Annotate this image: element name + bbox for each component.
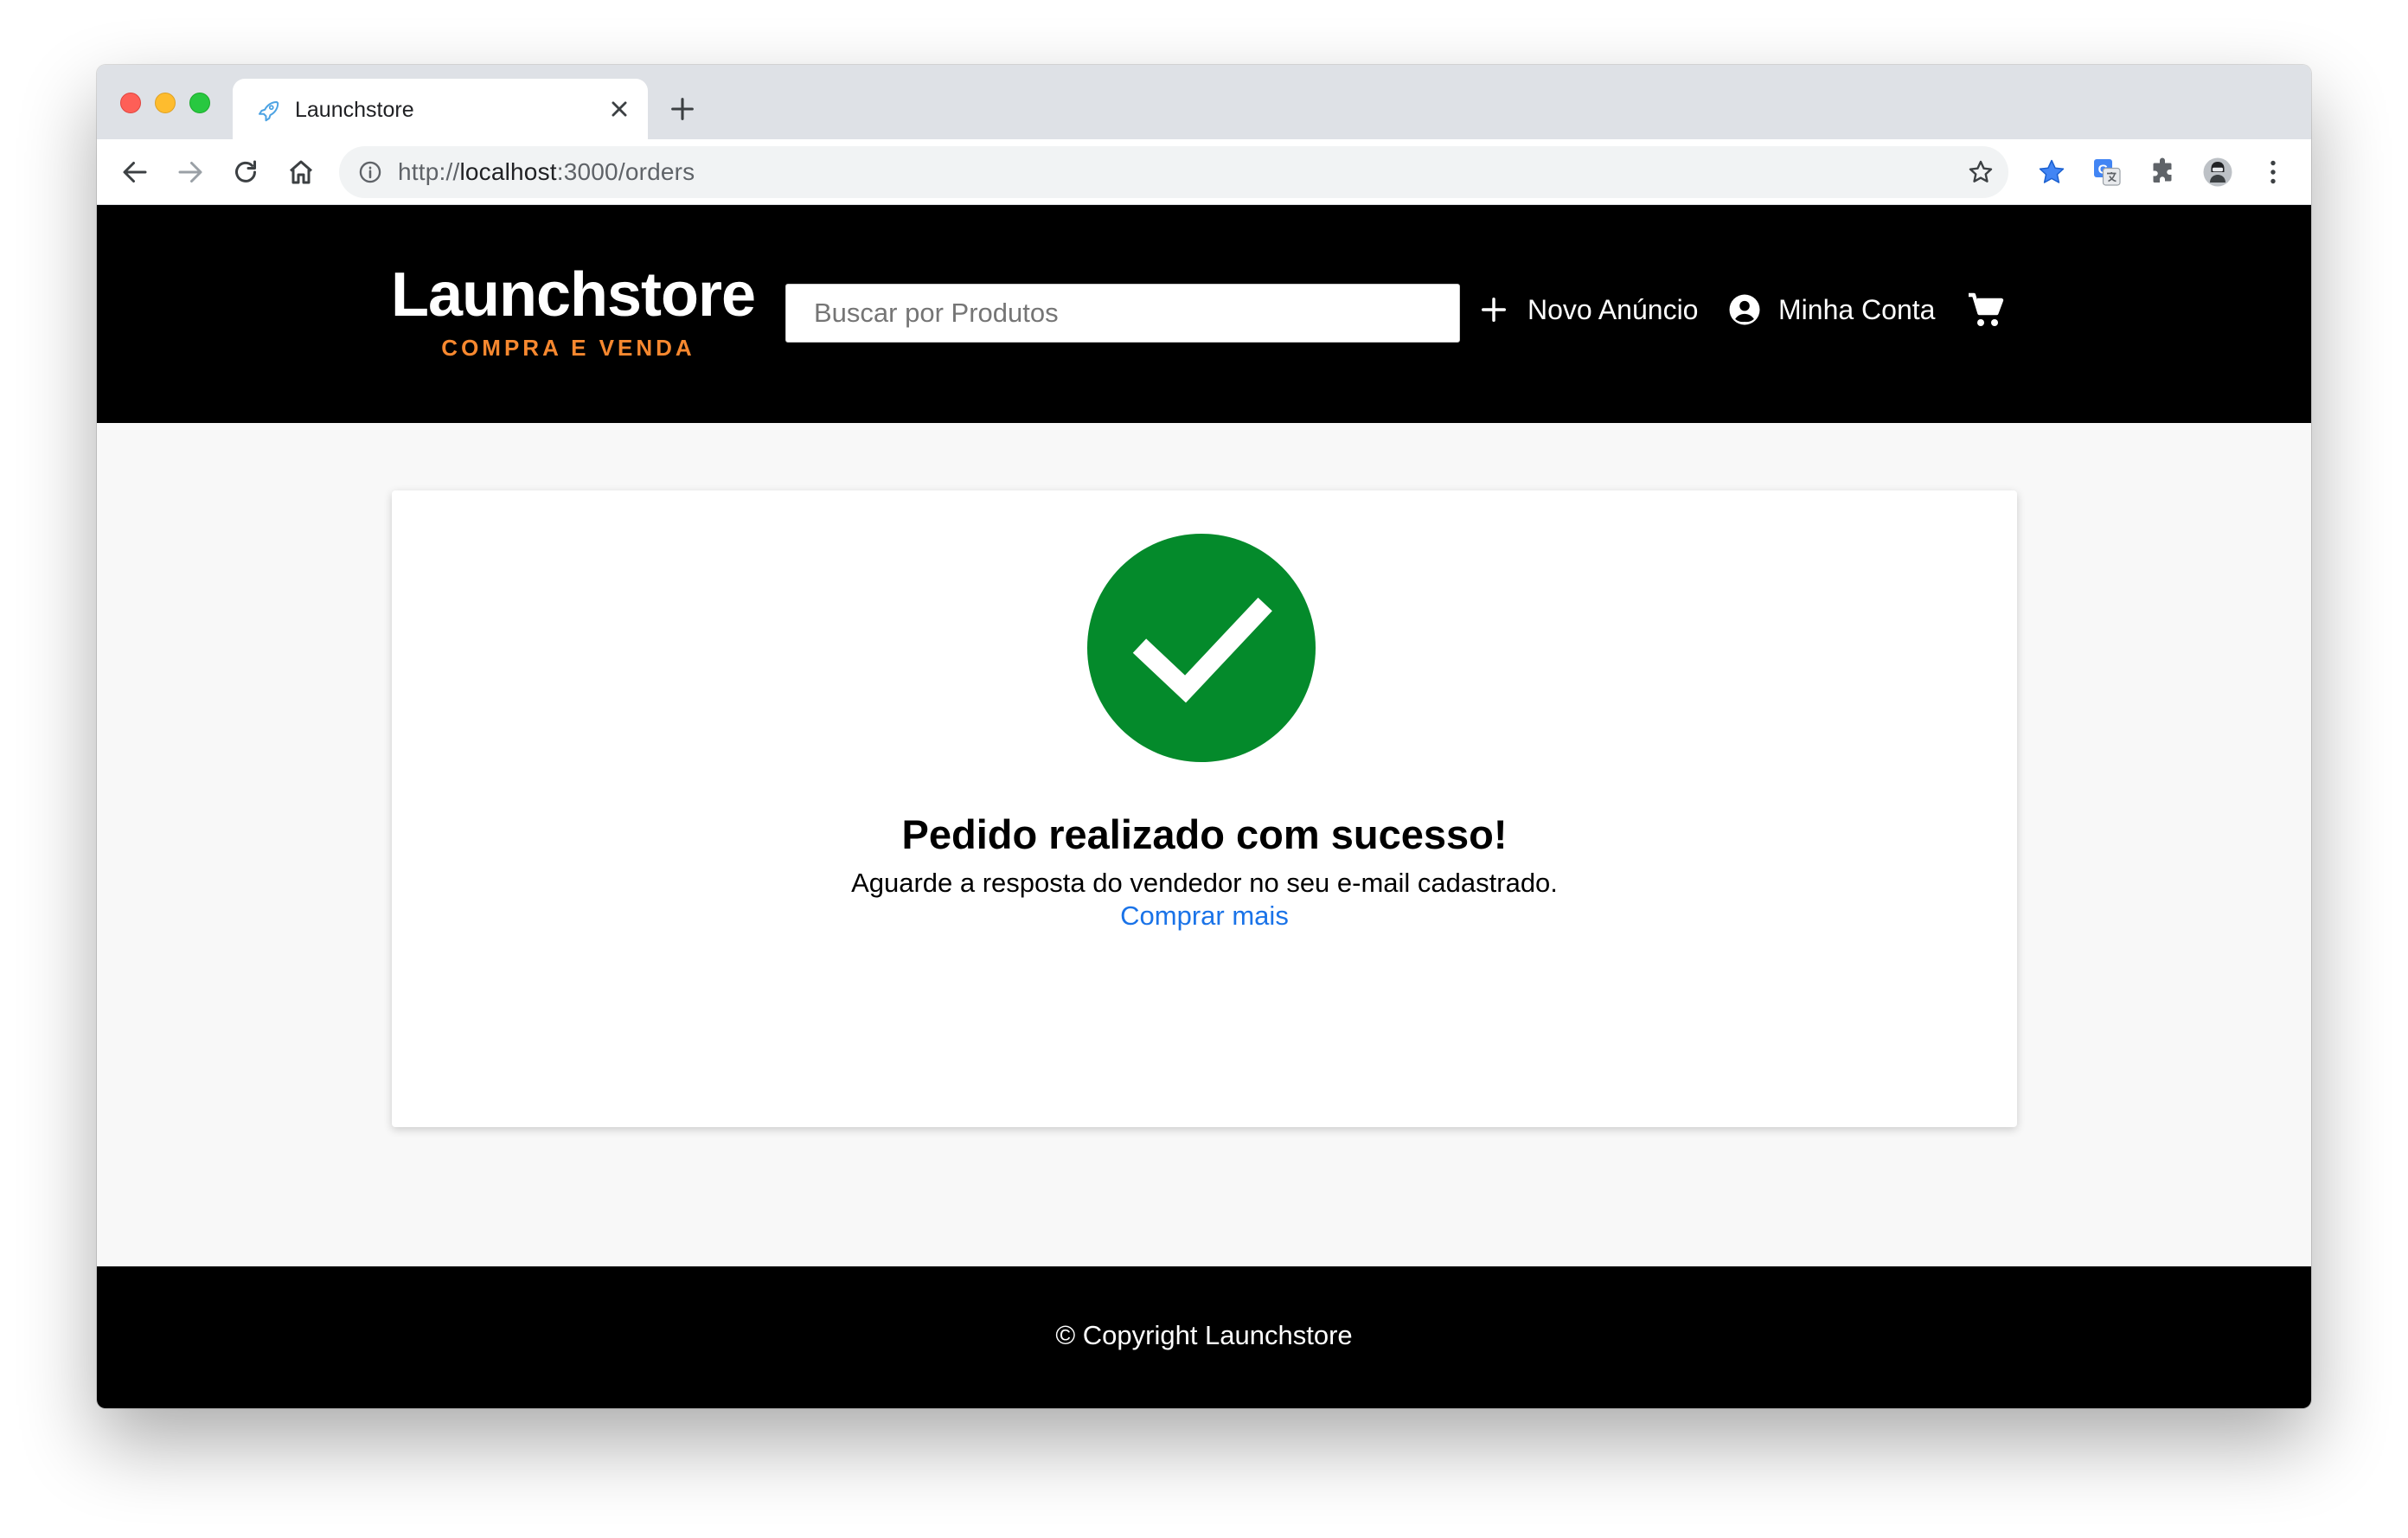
window-close-button[interactable] (120, 93, 141, 113)
window-minimize-button[interactable] (155, 93, 176, 113)
tab-title: Launchstore (295, 98, 414, 122)
logo-tagline: COMPRA E VENDA (441, 335, 695, 361)
info-icon[interactable] (358, 160, 382, 184)
new-tab-icon[interactable] (668, 94, 697, 124)
new-listing-label: Novo Anúncio (1527, 293, 1699, 325)
site-footer: © Copyright Launchstore (97, 1266, 2311, 1408)
success-title: Pedido realizado com sucesso! (901, 811, 1508, 857)
account-link[interactable]: Minha Conta (1726, 292, 1935, 328)
address-bar[interactable]: http://localhost:3000/orders (339, 146, 2008, 198)
browser-window: Launchstore http://localhost:3000/orders… (97, 65, 2311, 1408)
home-icon[interactable] (285, 157, 317, 188)
account-label: Minha Conta (1778, 293, 1936, 325)
reload-icon[interactable] (230, 157, 261, 188)
buy-more-link[interactable]: Comprar mais (1120, 900, 1289, 931)
window-maximize-button[interactable] (189, 93, 210, 113)
copyright-text: © Copyright Launchstore (1055, 1320, 1353, 1350)
site-logo[interactable]: Launchstore COMPRA E VENDA (391, 260, 756, 362)
logo-name: Launchstore (391, 260, 756, 330)
tab-close-icon[interactable] (605, 94, 634, 124)
browser-tab[interactable]: Launchstore (233, 79, 648, 139)
back-arrow-icon[interactable] (119, 157, 150, 188)
search-input[interactable] (785, 284, 1460, 343)
success-check-icon (1087, 534, 1316, 762)
tab-strip: Launchstore (97, 65, 2311, 139)
account-circle-icon (1729, 294, 1760, 325)
browser-menu-icon[interactable] (2258, 157, 2289, 188)
buy-more-container: Comprar mais (392, 900, 2017, 932)
browser-toolbar: http://localhost:3000/orders G (97, 139, 2311, 205)
forward-arrow-icon[interactable] (175, 157, 206, 188)
plus-icon (1482, 298, 1506, 322)
bookmark-star-icon[interactable] (1967, 158, 1995, 186)
order-success-card: Pedido realizado com sucesso! Aguarde a … (392, 490, 2017, 1127)
shopping-cart-icon[interactable] (1965, 290, 2007, 331)
url-text: http://localhost:3000/orders (398, 158, 695, 185)
translate-icon[interactable]: G (2091, 157, 2123, 188)
site-header: Launchstore COMPRA E VENDA Novo Anúncio … (97, 205, 2311, 423)
success-message: Aguarde a resposta do vendedor no seu e-… (851, 868, 1558, 898)
profile-avatar-icon[interactable] (2202, 157, 2233, 188)
extensions-puzzle-icon[interactable] (2147, 157, 2178, 188)
rocket-icon (259, 101, 279, 122)
new-listing-link[interactable]: Novo Anúncio (1476, 292, 1698, 328)
extension-star-icon[interactable] (2036, 157, 2067, 188)
